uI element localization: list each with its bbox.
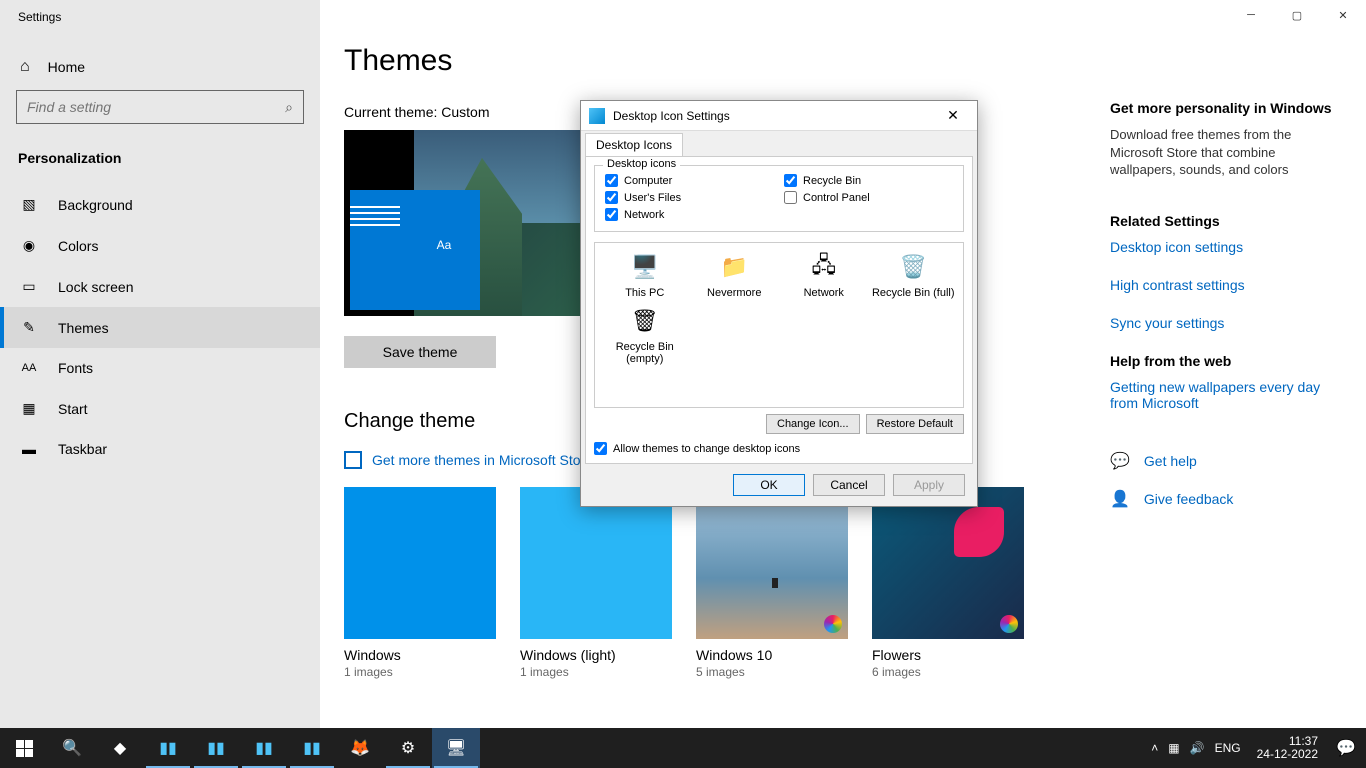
theme-card-windows10[interactable]: Windows 10 5 images: [696, 487, 848, 679]
nav-start[interactable]: ▦Start: [0, 388, 320, 429]
user-folder-icon: 📁: [718, 251, 750, 283]
apply-button[interactable]: Apply: [893, 474, 965, 496]
give-feedback-link[interactable]: 👤Give feedback: [1110, 489, 1340, 509]
taskbar-app-steam[interactable]: ◆: [96, 728, 144, 768]
desktop-icon-settings-dialog: Desktop Icon Settings ✕ Desktop Icons De…: [580, 100, 978, 507]
fieldset-legend: Desktop icons: [603, 158, 680, 170]
tray-volume-icon[interactable]: 🔊: [1190, 741, 1205, 755]
home-icon: ⌂: [20, 58, 30, 76]
taskbar-app-display[interactable]: 🖥: [432, 728, 480, 768]
dialog-close-button[interactable]: ✕: [937, 107, 969, 124]
chk-network[interactable]: Network: [605, 208, 774, 221]
font-preview: Aa: [424, 230, 464, 260]
icon-network[interactable]: 🖧Network: [782, 251, 866, 299]
search-icon: ⌕: [285, 99, 293, 116]
lock-icon: ▭: [20, 278, 38, 295]
dialog-title: Desktop Icon Settings: [613, 109, 937, 123]
tray-language[interactable]: ENG: [1215, 741, 1241, 755]
taskbar-app-settings[interactable]: ⚙: [384, 728, 432, 768]
rp-more-personality-hdr: Get more personality in Windows: [1110, 100, 1340, 116]
home-label: Home: [48, 59, 85, 75]
icon-recycle-full[interactable]: 🗑️Recycle Bin (full): [872, 251, 956, 299]
link-desktop-icon-settings[interactable]: Desktop icon settings: [1110, 239, 1340, 255]
get-help-link[interactable]: 💬Get help: [1110, 451, 1340, 471]
icon-this-pc[interactable]: 🖥️This PC: [603, 251, 687, 299]
chk-allow-themes[interactable]: Allow themes to change desktop icons: [594, 442, 964, 455]
start-icon: ▦: [20, 400, 38, 417]
taskbar-app-3[interactable]: ▮▮: [240, 728, 288, 768]
taskbar: 🔍 ◆ ▮▮ ▮▮ ▮▮ ▮▮ 🦊 ⚙ 🖥 ˄ ▦ 🔊 ENG 11:37 24…: [0, 728, 1366, 768]
icon-recycle-empty[interactable]: 🗑Recycle Bin (empty): [603, 305, 687, 365]
tray-chevron-icon[interactable]: ˄: [1151, 741, 1158, 755]
link-wallpapers[interactable]: Getting new wallpapers every day from Mi…: [1110, 379, 1340, 411]
page-title: Themes: [344, 44, 1326, 78]
nav-lockscreen[interactable]: ▭Lock screen: [0, 266, 320, 307]
theme-card-windows[interactable]: Windows 1 images: [344, 487, 496, 679]
nav-colors[interactable]: ◉Colors: [0, 225, 320, 266]
search-button[interactable]: 🔍: [48, 728, 96, 768]
theme-card-windows-light[interactable]: Windows (light) 1 images: [520, 487, 672, 679]
store-icon: [344, 451, 362, 469]
recycle-full-icon: 🗑️: [897, 251, 929, 283]
change-icon-button[interactable]: Change Icon...: [766, 414, 860, 434]
font-icon: A⁠A: [20, 362, 38, 374]
cancel-button[interactable]: Cancel: [813, 474, 885, 496]
person-icon: 👤: [1110, 489, 1130, 509]
rp-help-hdr: Help from the web: [1110, 353, 1340, 369]
theme-thumb: [344, 487, 496, 639]
taskbar-app-4[interactable]: ▮▮: [288, 728, 336, 768]
brush-icon: ✎: [20, 319, 38, 336]
search-box[interactable]: ⌕: [16, 90, 304, 124]
theme-card-flowers[interactable]: Flowers 6 images: [872, 487, 1024, 679]
nav-themes[interactable]: ✎Themes: [0, 307, 320, 348]
theme-thumb: [696, 487, 848, 639]
theme-thumb: [520, 487, 672, 639]
network-icon: 🖧: [808, 251, 840, 283]
chk-computer[interactable]: Computer: [605, 174, 774, 187]
home-nav[interactable]: ⌂ Home: [0, 44, 320, 90]
icon-nevermore[interactable]: 📁Nevermore: [693, 251, 777, 299]
recycle-empty-icon: 🗑: [629, 305, 661, 337]
tab-desktop-icons[interactable]: Desktop Icons: [585, 133, 683, 156]
monitor-icon: 🖥️: [629, 251, 661, 283]
rp-related-hdr: Related Settings: [1110, 213, 1340, 229]
taskbar-app-1[interactable]: ▮▮: [144, 728, 192, 768]
icon-preview-box: 🖥️This PC 📁Nevermore 🖧Network 🗑️Recycle …: [594, 242, 964, 408]
taskbar-icon: ▬: [20, 441, 38, 457]
close-button[interactable]: ✕: [1320, 0, 1366, 30]
picture-icon: ▧: [20, 196, 38, 213]
dialog-icon: [589, 108, 605, 124]
theme-preview: Aa: [344, 130, 580, 316]
nav-fonts[interactable]: A⁠AFonts: [0, 348, 320, 388]
theme-thumb: [872, 487, 1024, 639]
ok-button[interactable]: OK: [733, 474, 805, 496]
section-header: Personalization: [0, 146, 320, 184]
tray-clock[interactable]: 11:37 24-12-2022: [1249, 735, 1326, 761]
tray-network-icon[interactable]: ▦: [1168, 741, 1179, 755]
chk-control-panel[interactable]: Control Panel: [784, 191, 953, 204]
nav-background[interactable]: ▧Background: [0, 184, 320, 225]
restore-default-button[interactable]: Restore Default: [866, 414, 964, 434]
palette-icon: ◉: [20, 237, 38, 254]
maximize-button[interactable]: ▢: [1274, 0, 1320, 30]
chat-icon: 💬: [1110, 451, 1130, 471]
link-sync-settings[interactable]: Sync your settings: [1110, 315, 1340, 331]
search-input[interactable]: [27, 99, 285, 115]
taskbar-app-2[interactable]: ▮▮: [192, 728, 240, 768]
link-high-contrast[interactable]: High contrast settings: [1110, 277, 1340, 293]
taskbar-app-firefox[interactable]: 🦊: [336, 728, 384, 768]
nav-taskbar[interactable]: ▬Taskbar: [0, 429, 320, 469]
window-title: Settings: [0, 0, 320, 44]
rp-more-personality-text: Download free themes from the Microsoft …: [1110, 126, 1340, 179]
tray-notifications-icon[interactable]: 💬: [1326, 738, 1366, 758]
start-button[interactable]: [0, 728, 48, 768]
save-theme-button[interactable]: Save theme: [344, 336, 496, 368]
minimize-button[interactable]: ─: [1228, 0, 1274, 30]
chk-users-files[interactable]: User's Files: [605, 191, 774, 204]
chk-recycle-bin[interactable]: Recycle Bin: [784, 174, 953, 187]
